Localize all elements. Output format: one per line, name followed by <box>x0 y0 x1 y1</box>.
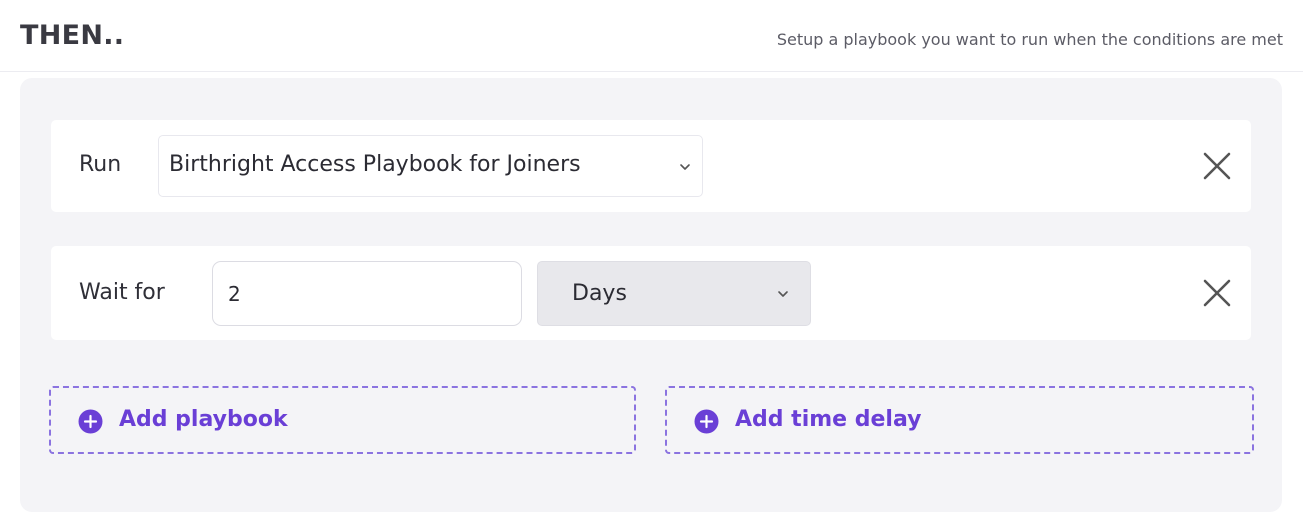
run-label: Run <box>79 152 122 177</box>
close-icon <box>1203 152 1231 180</box>
plus-circle-icon <box>78 409 103 434</box>
remove-delay-button[interactable] <box>1201 277 1233 309</box>
add-time-delay-label: Add time delay <box>735 407 922 432</box>
playbook-select-value: Birthright Access Playbook for Joiners <box>169 152 581 177</box>
section-subtitle: Setup a playbook you want to run when th… <box>776 30 1283 49</box>
wait-for-label: Wait for <box>79 280 165 305</box>
section-title: THEN.. <box>20 20 125 51</box>
close-icon <box>1203 279 1231 307</box>
remove-playbook-button[interactable] <box>1201 150 1233 182</box>
section-header: THEN.. Setup a playbook you want to run … <box>0 0 1303 72</box>
chevron-down-icon <box>680 164 690 170</box>
run-playbook-row: Run Birthright Access Playbook for Joine… <box>51 120 1251 212</box>
playbook-select[interactable]: Birthright Access Playbook for Joiners <box>158 135 703 197</box>
chevron-down-icon <box>778 291 788 297</box>
wait-amount-input[interactable] <box>212 261 522 326</box>
plus-circle-icon <box>694 409 719 434</box>
wait-unit-value: Days <box>572 281 627 306</box>
wait-unit-select[interactable]: Days <box>537 261 811 326</box>
add-time-delay-button[interactable]: Add time delay <box>665 386 1254 454</box>
wait-for-row: Wait for Days <box>51 246 1251 340</box>
add-playbook-label: Add playbook <box>119 407 288 432</box>
actions-panel: Run Birthright Access Playbook for Joine… <box>20 78 1282 512</box>
add-playbook-button[interactable]: Add playbook <box>49 386 636 454</box>
